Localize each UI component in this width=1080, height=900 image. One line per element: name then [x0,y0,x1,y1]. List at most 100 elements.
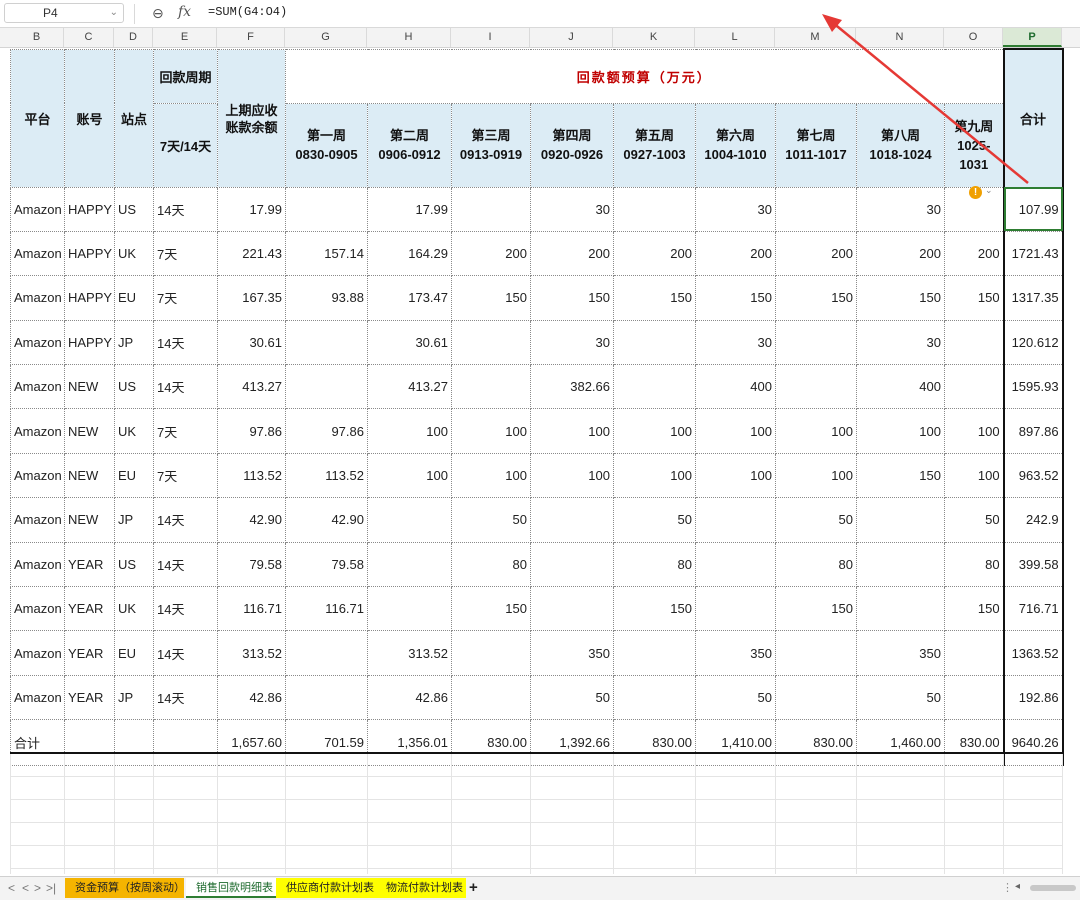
cell-week-8[interactable]: 400 [856,364,945,410]
cell-week-6[interactable]: 350 [695,630,776,676]
cell-platform[interactable]: Amazon [10,541,65,588]
cell-week-3[interactable]: 200 [451,230,531,277]
cell-week-2[interactable] [367,497,452,543]
cell-total[interactable]: 963.52 [1002,452,1064,499]
header-week-8[interactable]: 第八周 1018-1024 [856,102,945,188]
cell-total[interactable]: 897.86 [1002,408,1064,454]
column-header-m[interactable]: M [775,28,856,47]
cell-week-3[interactable] [451,186,531,232]
cell-week-5[interactable]: 150 [613,275,696,321]
cell-week-7[interactable]: 50 [775,497,857,543]
header-total[interactable]: 合计 [1002,48,1064,188]
cell-week-6[interactable]: 50 [695,674,776,721]
cell-week-2[interactable]: 30.61 [367,319,452,366]
cell-account[interactable]: HAPPY [64,186,115,232]
cell-week-2[interactable]: 413.27 [367,364,452,410]
cell-week-6[interactable]: 30 [695,186,776,232]
cell-platform[interactable]: Amazon [10,230,65,277]
cell-platform[interactable]: Amazon [10,319,65,366]
cell-week-3[interactable]: 100 [451,452,531,499]
header-period-values[interactable]: 7天/14天 [153,102,218,188]
header-account[interactable]: 账号 [64,48,115,188]
cell-week-5[interactable]: 80 [613,541,696,588]
cell-site[interactable]: JP [114,319,154,366]
cell-week-7[interactable] [775,319,857,366]
sheet-title[interactable]: 回款额预算（万元） [284,48,1005,104]
cell-account[interactable]: YEAR [64,630,115,676]
cell-week-9[interactable] [943,364,1005,410]
header-prev-balance[interactable]: 上期应收账款余额 [217,48,286,188]
cell-week-1[interactable] [285,674,368,721]
cell-week-8[interactable] [856,541,945,588]
cell-week-6[interactable]: 100 [695,452,776,499]
cell-period[interactable]: 14天 [153,630,218,676]
cell-balance[interactable]: 167.35 [217,275,286,321]
header-week-7[interactable]: 第七周 1011-1017 [775,102,857,188]
header-period[interactable]: 回款周期 [153,48,218,104]
cell-week-9[interactable]: 200 [943,230,1005,277]
tab-sales-receipts[interactable]: 销售回款明细表 [186,878,276,898]
cell-balance[interactable]: 42.90 [217,497,286,543]
horizontal-scrollbar[interactable] [1030,885,1076,891]
cell-week-8[interactable]: 50 [856,674,945,721]
tab-fund-budget[interactable]: 资金预算（按周滚动） [65,878,185,898]
cell-account[interactable]: NEW [64,408,115,454]
cell-week-3[interactable]: 80 [451,541,531,588]
cell-platform[interactable]: Amazon [10,630,65,676]
cell-week-7[interactable] [775,364,857,410]
cell-week-8[interactable]: 100 [856,408,945,454]
cell-period[interactable]: 14天 [153,319,218,366]
scroll-left-icon[interactable]: ◂ [1015,881,1020,892]
cell-week-3[interactable] [451,674,531,721]
cell-week-7[interactable] [775,674,857,721]
cell-week-2[interactable] [367,586,452,632]
cell-week-7[interactable]: 100 [775,452,857,499]
cell-platform[interactable]: Amazon [10,497,65,543]
cell-platform[interactable]: Amazon [10,408,65,454]
cell-balance[interactable]: 413.27 [217,364,286,410]
cell-period[interactable]: 7天 [153,230,218,277]
cell-week-5[interactable] [613,319,696,366]
cell-week-3[interactable] [451,364,531,410]
cell-week-1[interactable]: 93.88 [285,275,368,321]
cell-week-4[interactable]: 200 [530,230,614,277]
cell-site[interactable]: EU [114,452,154,499]
cell-period[interactable]: 14天 [153,497,218,543]
column-header-p[interactable]: P [1003,28,1062,47]
cell-week-4[interactable] [530,497,614,543]
cell-week-9[interactable] [943,630,1005,676]
cell-week-8[interactable]: 200 [856,230,945,277]
column-header-o[interactable]: O [944,28,1003,47]
cell-balance[interactable]: 113.52 [217,452,286,499]
cell-site[interactable]: US [114,186,154,232]
cell-balance[interactable]: 313.52 [217,630,286,676]
header-week-4[interactable]: 第四周 0920-0926 [530,102,614,188]
cell-week-1[interactable] [285,186,368,232]
cell-week-6[interactable]: 30 [695,319,776,366]
header-week-9[interactable]: 第九周 1025-1031 [943,102,1005,188]
cell-period[interactable]: 14天 [153,586,218,632]
cell-week-7[interactable]: 80 [775,541,857,588]
cell-site[interactable]: UK [114,230,154,277]
cell-platform[interactable]: Amazon [10,452,65,499]
tab-logistics-payments[interactable]: 物流付款计划表 [376,878,466,898]
first-sheet-icon[interactable]: < [8,881,15,895]
header-platform[interactable]: 平台 [10,48,65,188]
cell-total[interactable]: 192.86 [1002,674,1064,721]
cell-account[interactable]: NEW [64,452,115,499]
cell-site[interactable]: UK [114,408,154,454]
cell-week-7[interactable] [775,630,857,676]
cell-balance[interactable]: 221.43 [217,230,286,277]
column-header-j[interactable]: J [530,28,613,47]
cell-total[interactable]: 399.58 [1002,541,1064,588]
cell-week-8[interactable]: 150 [856,275,945,321]
cell-week-4[interactable]: 100 [530,452,614,499]
chevron-down-icon[interactable]: ⌄ [985,185,993,196]
cell-total[interactable]: 1363.52 [1002,630,1064,676]
cell-week-5[interactable]: 100 [613,452,696,499]
cell-period[interactable]: 14天 [153,541,218,588]
cell-week-1[interactable]: 42.90 [285,497,368,543]
last-sheet-icon[interactable]: >| [46,881,56,895]
cell-site[interactable]: US [114,364,154,410]
cell-week-7[interactable]: 100 [775,408,857,454]
